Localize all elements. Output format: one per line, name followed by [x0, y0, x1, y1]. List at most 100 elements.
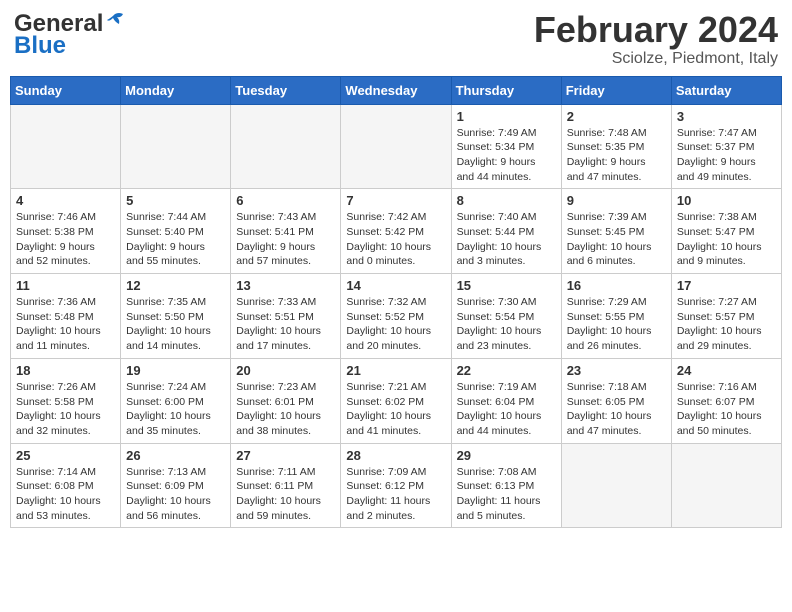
day-info: Sunrise: 7:43 AM Sunset: 5:41 PM Dayligh… [236, 210, 335, 269]
calendar-cell: 23 Sunrise: 7:18 AM Sunset: 6:05 PM Dayli… [561, 358, 671, 443]
calendar-cell: 29Sunrise: 7:08 AM Sunset: 6:13 PM Dayli… [451, 443, 561, 528]
logo-bird-icon [105, 12, 125, 28]
day-number: 4 [16, 193, 115, 208]
calendar-week-row: 4 Sunrise: 7:46 AM Sunset: 5:38 PM Daylig… [11, 189, 782, 274]
calendar-cell: 25Sunrise: 7:14 AM Sunset: 6:08 PM Dayli… [11, 443, 121, 528]
col-header-monday: Monday [121, 76, 231, 104]
calendar-week-row: 11 Sunrise: 7:36 AM Sunset: 5:48 PM Dayli… [11, 274, 782, 359]
day-number: 15 [457, 278, 556, 293]
day-number: 12 [126, 278, 225, 293]
calendar-cell: 16Sunrise: 7:29 AM Sunset: 5:55 PM Dayli… [561, 274, 671, 359]
col-header-tuesday: Tuesday [231, 76, 341, 104]
day-number: 19 [126, 363, 225, 378]
day-number: 8 [457, 193, 556, 208]
calendar-cell [231, 104, 341, 189]
day-number: 9 [567, 193, 666, 208]
calendar-cell: 28 Sunrise: 7:09 AM Sunset: 6:12 PM Dayli… [341, 443, 451, 528]
calendar-table: SundayMondayTuesdayWednesdayThursdayFrid… [10, 76, 782, 529]
day-number: 10 [677, 193, 776, 208]
day-info: Sunrise: 7:18 AM Sunset: 6:05 PM Dayligh… [567, 380, 666, 439]
day-info: Sunrise: 7:11 AM Sunset: 6:11 PM Dayligh… [236, 465, 335, 524]
day-info: Sunrise: 7:36 AM Sunset: 5:48 PM Dayligh… [16, 295, 115, 354]
calendar-cell: 26 Sunrise: 7:13 AM Sunset: 6:09 PM Dayli… [121, 443, 231, 528]
calendar-cell: 12 Sunrise: 7:35 AM Sunset: 5:50 PM Dayli… [121, 274, 231, 359]
day-number: 20 [236, 363, 335, 378]
day-info: Sunrise: 7:09 AM Sunset: 6:12 PM Dayligh… [346, 465, 445, 524]
day-info: Sunrise: 7:29 AM Sunset: 5:55 PM Dayligh… [567, 295, 666, 354]
logo: General Blue [14, 10, 125, 60]
day-number: 18 [16, 363, 115, 378]
calendar-cell: 9Sunrise: 7:39 AM Sunset: 5:45 PM Daylig… [561, 189, 671, 274]
calendar-cell: 10 Sunrise: 7:38 AM Sunset: 5:47 PM Dayli… [671, 189, 781, 274]
calendar-cell: 3 Sunrise: 7:47 AM Sunset: 5:37 PM Daylig… [671, 104, 781, 189]
day-number: 6 [236, 193, 335, 208]
day-info: Sunrise: 7:13 AM Sunset: 6:09 PM Dayligh… [126, 465, 225, 524]
day-number: 17 [677, 278, 776, 293]
calendar-cell: 13 Sunrise: 7:33 AM Sunset: 5:51 PM Dayli… [231, 274, 341, 359]
day-info: Sunrise: 7:32 AM Sunset: 5:52 PM Dayligh… [346, 295, 445, 354]
calendar-cell [11, 104, 121, 189]
calendar-cell: 15 Sunrise: 7:30 AM Sunset: 5:54 PM Dayli… [451, 274, 561, 359]
day-info: Sunrise: 7:30 AM Sunset: 5:54 PM Dayligh… [457, 295, 556, 354]
day-number: 2 [567, 109, 666, 124]
day-info: Sunrise: 7:26 AM Sunset: 5:58 PM Dayligh… [16, 380, 115, 439]
calendar-week-row: 25Sunrise: 7:14 AM Sunset: 6:08 PM Dayli… [11, 443, 782, 528]
day-info: Sunrise: 7:35 AM Sunset: 5:50 PM Dayligh… [126, 295, 225, 354]
calendar-cell: 17 Sunrise: 7:27 AM Sunset: 5:57 PM Dayli… [671, 274, 781, 359]
page-header: General Blue February 2024 Sciolze, Pied… [10, 10, 782, 68]
day-number: 27 [236, 448, 335, 463]
day-number: 7 [346, 193, 445, 208]
day-number: 28 [346, 448, 445, 463]
calendar-cell: 4 Sunrise: 7:46 AM Sunset: 5:38 PM Daylig… [11, 189, 121, 274]
calendar-cell: 6 Sunrise: 7:43 AM Sunset: 5:41 PM Daylig… [231, 189, 341, 274]
day-number: 13 [236, 278, 335, 293]
calendar-cell: 22Sunrise: 7:19 AM Sunset: 6:04 PM Dayli… [451, 358, 561, 443]
day-info: Sunrise: 7:47 AM Sunset: 5:37 PM Dayligh… [677, 126, 776, 185]
day-info: Sunrise: 7:40 AM Sunset: 5:44 PM Dayligh… [457, 210, 556, 269]
calendar-cell: 11 Sunrise: 7:36 AM Sunset: 5:48 PM Dayli… [11, 274, 121, 359]
calendar-cell: 20Sunrise: 7:23 AM Sunset: 6:01 PM Dayli… [231, 358, 341, 443]
col-header-sunday: Sunday [11, 76, 121, 104]
day-info: Sunrise: 7:48 AM Sunset: 5:35 PM Dayligh… [567, 126, 666, 185]
calendar-cell: 24 Sunrise: 7:16 AM Sunset: 6:07 PM Dayli… [671, 358, 781, 443]
day-info: Sunrise: 7:19 AM Sunset: 6:04 PM Dayligh… [457, 380, 556, 439]
calendar-cell: 5Sunrise: 7:44 AM Sunset: 5:40 PM Daylig… [121, 189, 231, 274]
calendar-cell [121, 104, 231, 189]
calendar-cell: 27 Sunrise: 7:11 AM Sunset: 6:11 PM Dayli… [231, 443, 341, 528]
day-number: 24 [677, 363, 776, 378]
day-number: 11 [16, 278, 115, 293]
day-info: Sunrise: 7:27 AM Sunset: 5:57 PM Dayligh… [677, 295, 776, 354]
main-title: February 2024 [534, 10, 778, 50]
calendar-cell [671, 443, 781, 528]
day-info: Sunrise: 7:14 AM Sunset: 6:08 PM Dayligh… [16, 465, 115, 524]
day-number: 14 [346, 278, 445, 293]
day-number: 3 [677, 109, 776, 124]
day-info: Sunrise: 7:49 AM Sunset: 5:34 PM Dayligh… [457, 126, 556, 185]
day-info: Sunrise: 7:46 AM Sunset: 5:38 PM Dayligh… [16, 210, 115, 269]
day-number: 26 [126, 448, 225, 463]
day-number: 23 [567, 363, 666, 378]
calendar-cell: 19 Sunrise: 7:24 AM Sunset: 6:00 PM Dayli… [121, 358, 231, 443]
calendar-cell: 21Sunrise: 7:21 AM Sunset: 6:02 PM Dayli… [341, 358, 451, 443]
calendar-week-row: 1 Sunrise: 7:49 AM Sunset: 5:34 PM Daylig… [11, 104, 782, 189]
sub-title: Sciolze, Piedmont, Italy [534, 50, 778, 68]
calendar-cell: 14 Sunrise: 7:32 AM Sunset: 5:52 PM Dayli… [341, 274, 451, 359]
day-info: Sunrise: 7:33 AM Sunset: 5:51 PM Dayligh… [236, 295, 335, 354]
calendar-cell: 18 Sunrise: 7:26 AM Sunset: 5:58 PM Dayli… [11, 358, 121, 443]
day-info: Sunrise: 7:24 AM Sunset: 6:00 PM Dayligh… [126, 380, 225, 439]
col-header-saturday: Saturday [671, 76, 781, 104]
calendar-cell: 7Sunrise: 7:42 AM Sunset: 5:42 PM Daylig… [341, 189, 451, 274]
day-number: 1 [457, 109, 556, 124]
calendar-cell: 1 Sunrise: 7:49 AM Sunset: 5:34 PM Daylig… [451, 104, 561, 189]
day-info: Sunrise: 7:38 AM Sunset: 5:47 PM Dayligh… [677, 210, 776, 269]
day-info: Sunrise: 7:44 AM Sunset: 5:40 PM Dayligh… [126, 210, 225, 269]
calendar-cell [341, 104, 451, 189]
day-info: Sunrise: 7:08 AM Sunset: 6:13 PM Dayligh… [457, 465, 556, 524]
day-info: Sunrise: 7:21 AM Sunset: 6:02 PM Dayligh… [346, 380, 445, 439]
calendar-week-row: 18 Sunrise: 7:26 AM Sunset: 5:58 PM Dayli… [11, 358, 782, 443]
col-header-wednesday: Wednesday [341, 76, 451, 104]
logo-blue: Blue [14, 32, 66, 60]
calendar-cell: 8 Sunrise: 7:40 AM Sunset: 5:44 PM Daylig… [451, 189, 561, 274]
calendar-cell [561, 443, 671, 528]
day-info: Sunrise: 7:16 AM Sunset: 6:07 PM Dayligh… [677, 380, 776, 439]
